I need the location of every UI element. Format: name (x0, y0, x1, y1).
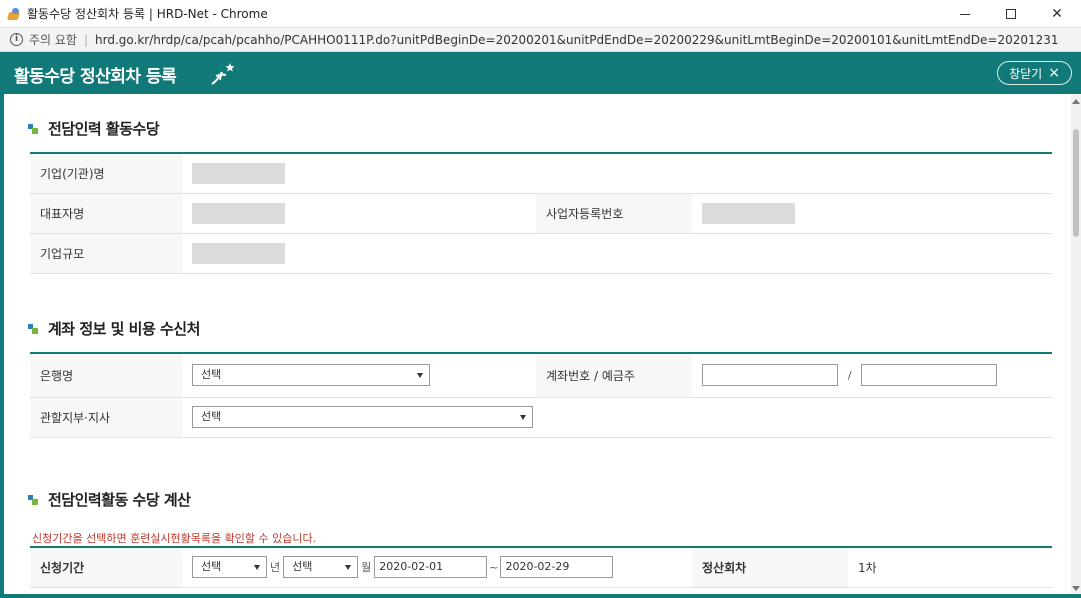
maximize-icon (1006, 9, 1016, 19)
bank-name-label: 은행명 (30, 353, 182, 398)
close-x-icon: × (1048, 65, 1060, 81)
branch-label: 관할지부·지사 (30, 397, 182, 438)
table-row: 관할지부·지사 선택 (30, 397, 1052, 438)
period-cell: 선택 년 선택 월 2020-02-01 ~2020-02-29 (182, 547, 692, 588)
section-title-text: 계좌 정보 및 비용 수신처 (48, 320, 200, 338)
ceo-name-value (182, 193, 536, 234)
browser-titlebar: 활동수당 정산회차 등록 | HRD-Net - Chrome (0, 0, 1081, 28)
hrd-app-icon (7, 7, 21, 21)
popup-close-button[interactable]: 창닫기 × (997, 61, 1072, 85)
section-title-account-info: 계좌 정보 및 비용 수신처 (28, 318, 200, 339)
company-size-value (182, 233, 1053, 274)
chevron-down-icon (254, 565, 260, 571)
section-title-text: 전담인력 활동수당 (48, 120, 160, 138)
address-bar[interactable]: i 주의 요함 | hrd.go.kr/hrdp/ca/pcah/pcahho/… (0, 28, 1081, 52)
section-title-text: 전담인력활동 수당 계산 (48, 491, 191, 509)
close-icon: ✕ (1051, 6, 1063, 22)
minimize-icon (960, 13, 970, 15)
close-button-label: 창닫기 (1009, 66, 1043, 81)
redacted-value (192, 242, 285, 264)
end-date-input[interactable]: 2020-02-29 (500, 556, 614, 579)
period-label: 신청기간 (30, 547, 182, 588)
account-holder-label: 계좌번호 / 예금주 (536, 353, 692, 398)
year-unit: 년 (270, 561, 281, 575)
table-row: 대표자명 사업자등록번호 (30, 193, 1053, 234)
page-url[interactable]: hrd.go.kr/hrdp/ca/pcah/pcahho/PCAHHO0111… (95, 33, 1059, 47)
scroll-down-arrow-icon[interactable] (1072, 586, 1080, 591)
company-name-value (182, 153, 1053, 194)
company-name-label: 기업(기관)명 (30, 153, 182, 194)
redacted-value (702, 202, 795, 224)
company-size-label: 기업규모 (30, 233, 182, 274)
hrd-logo-icon (211, 63, 235, 85)
year-select-value: 선택 (201, 560, 222, 574)
window-close-button[interactable]: ✕ (1034, 0, 1080, 28)
account-cell: / (692, 353, 1052, 398)
info-icon[interactable]: i (10, 33, 23, 46)
page-title: 활동수당 정산회차 등록 (14, 67, 177, 87)
month-select-value: 선택 (292, 560, 313, 574)
redacted-value (192, 202, 285, 224)
branch-select[interactable]: 선택 (192, 406, 533, 428)
start-date-input[interactable]: 2020-02-01 (374, 556, 488, 579)
chevron-down-icon (417, 373, 423, 379)
account-separator: / (847, 368, 852, 382)
table-row: 기업(기관)명 (30, 153, 1053, 194)
date-range-tilde: ~ (489, 560, 499, 574)
chevron-down-icon (520, 415, 526, 420)
year-select[interactable]: 선택 (192, 556, 267, 579)
popup-content: 전담인력 활동수당 기업(기관)명 대표자명 사업자등록번호 기업규모 계좌 정… (4, 94, 1071, 594)
address-separator: | (83, 32, 89, 47)
section-bullet-icon (28, 494, 38, 505)
security-warning: 주의 요함 (29, 33, 77, 47)
section-title-allowance-calc: 전담인력활동 수당 계산 (28, 489, 191, 510)
business-number-value (692, 193, 1053, 234)
bank-select[interactable]: 선택 (192, 364, 430, 387)
month-unit: 월 (361, 561, 372, 575)
table-row: 기업규모 (30, 233, 1053, 274)
table-row: 신청기간 선택 년 선택 월 2020-02-01 ~2020-02-29 정산회차 1차 (30, 547, 1052, 588)
redacted-value (192, 162, 285, 184)
company-info-table: 기업(기관)명 대표자명 사업자등록번호 기업규모 (30, 152, 1053, 274)
allowance-calc-table: 신청기간 선택 년 선택 월 2020-02-01 ~2020-02-29 정산회차 1차 (30, 546, 1052, 588)
table-row: 은행명 선택 계좌번호 / 예금주 / (30, 353, 1052, 398)
section-bullet-icon (28, 323, 38, 334)
chevron-down-icon (345, 565, 352, 571)
minimize-button[interactable] (942, 0, 988, 28)
settlement-round-value: 1차 (848, 547, 1052, 588)
account-holder-input[interactable] (861, 364, 998, 387)
branch-cell: 선택 (182, 397, 1052, 438)
business-number-label: 사업자등록번호 (536, 193, 692, 234)
month-select[interactable]: 선택 (283, 556, 359, 579)
bank-select-value: 선택 (201, 368, 222, 382)
scrollbar-thumb[interactable] (1073, 129, 1079, 237)
bank-name-cell: 선택 (182, 353, 536, 398)
section-bullet-icon (28, 123, 38, 134)
scroll-up-arrow-icon[interactable] (1072, 99, 1080, 104)
maximize-button[interactable] (988, 0, 1034, 28)
window-title: 활동수당 정산회차 등록 | HRD-Net - Chrome (27, 7, 268, 21)
account-number-input[interactable] (702, 364, 838, 387)
popup-header: 활동수당 정산회차 등록 (0, 52, 1081, 94)
branch-select-value: 선택 (201, 410, 222, 423)
section-title-staff-allowance: 전담인력 활동수당 (28, 118, 160, 139)
period-notice: 신청기간을 선택하면 훈련실시현황목록을 확인할 수 있습니다. (32, 532, 317, 545)
account-info-table: 은행명 선택 계좌번호 / 예금주 / 관할지부·지사 선택 (30, 352, 1052, 438)
ceo-name-label: 대표자명 (30, 193, 182, 234)
frame-bottom-border (0, 594, 1081, 598)
settlement-round-label: 정산회차 (692, 547, 848, 588)
